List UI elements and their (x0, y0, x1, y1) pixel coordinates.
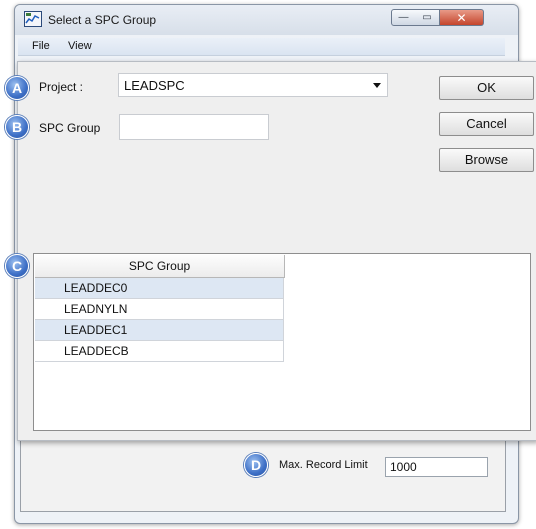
title-bar[interactable]: Select a SPC Group — ▭ ✕ (15, 5, 518, 35)
callout-c: C (5, 254, 29, 278)
close-button[interactable]: ✕ (440, 9, 484, 26)
menu-bar: File View (18, 38, 505, 56)
minimize-icon: — (398, 12, 409, 23)
project-label: Project : (39, 80, 84, 94)
menu-view[interactable]: View (68, 40, 92, 52)
dropdown-arrow-icon[interactable] (373, 83, 381, 88)
spc-group-input[interactable] (119, 114, 269, 140)
menu-file[interactable]: File (32, 40, 50, 52)
cancel-button[interactable]: Cancel (439, 112, 534, 136)
app-icon (24, 11, 42, 27)
list-item[interactable]: LEADNYLN (35, 299, 284, 320)
close-icon: ✕ (456, 10, 467, 25)
spc-group-label: SPC Group (39, 121, 101, 135)
project-dropdown-value: LEADSPC (124, 78, 185, 93)
callout-d: D (244, 453, 268, 477)
spc-group-list[interactable]: SPC Group LEADDEC0 LEADNYLN LEADDEC1 LEA… (33, 253, 531, 431)
list-item[interactable]: LEADDEC1 (35, 320, 284, 341)
list-item[interactable]: LEADDECB (35, 341, 284, 362)
maximize-button[interactable]: ▭ (415, 9, 440, 26)
ok-button[interactable]: OK (439, 76, 534, 100)
spc-group-column-header[interactable]: SPC Group (35, 255, 285, 278)
callout-b: B (5, 115, 29, 139)
callout-a: A (5, 76, 29, 100)
project-dropdown[interactable]: LEADSPC (118, 73, 388, 97)
list-item[interactable]: LEADDEC0 (35, 278, 284, 299)
maximize-icon: ▭ (422, 12, 432, 23)
max-record-limit-label: Max. Record Limit (279, 459, 368, 471)
window-title: Select a SPC Group (48, 13, 157, 27)
browse-button[interactable]: Browse (439, 148, 534, 172)
max-record-limit-input[interactable]: 1000 (385, 457, 488, 477)
minimize-button[interactable]: — (391, 9, 416, 26)
